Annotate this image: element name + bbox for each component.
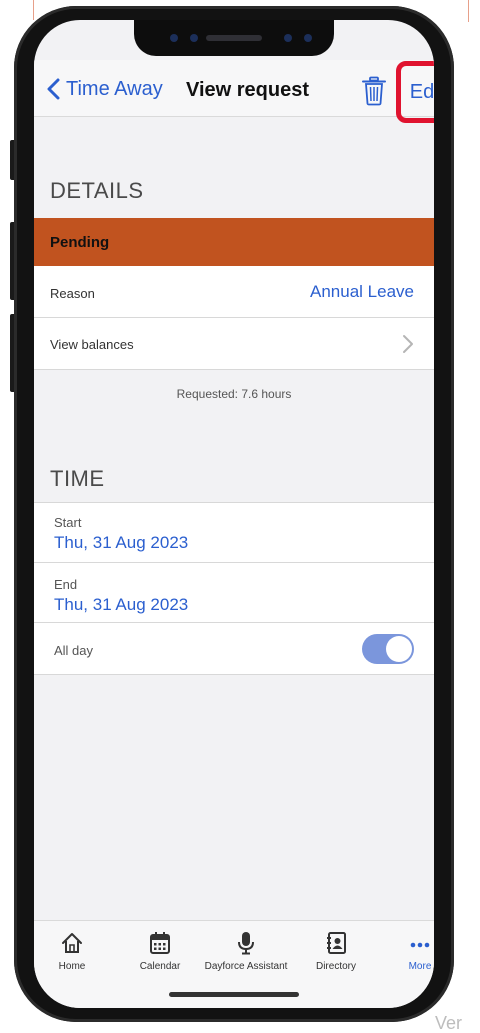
end-label: End — [54, 577, 78, 592]
sensor-dot — [304, 34, 312, 42]
tab-dayforce-assistant[interactable]: Dayforce Assistant — [204, 931, 288, 981]
all-day-label: All day — [54, 643, 94, 658]
edge-line — [468, 0, 469, 22]
time-rows: Start Thu, 31 Aug 2023 End Thu, 31 Aug 2… — [34, 502, 434, 675]
phone-frame: Time Away View request Edit DETAILS Pend… — [14, 6, 454, 1022]
sensor-dot — [170, 34, 178, 42]
watermark-text: Ver — [435, 1013, 463, 1033]
tab-more[interactable]: More — [380, 931, 434, 981]
chevron-right-icon — [403, 335, 413, 353]
edit-button[interactable]: Edit — [396, 61, 434, 123]
tab-home[interactable]: Home — [34, 931, 112, 981]
end-row[interactable]: End Thu, 31 Aug 2023 — [34, 563, 434, 623]
phone-screen: Time Away View request Edit DETAILS Pend… — [34, 20, 434, 1008]
start-label: Start — [54, 515, 82, 530]
tab-directory[interactable]: Directory — [296, 931, 376, 981]
view-balances-row[interactable]: View balances — [34, 318, 434, 370]
start-date-value: Thu, 31 Aug 2023 — [54, 533, 189, 552]
back-button[interactable]: Time Away — [46, 74, 163, 104]
tab-label: Home — [58, 961, 86, 972]
toggle-knob — [386, 636, 412, 662]
view-balances-label: View balances — [50, 337, 134, 352]
details-section-header: DETAILS — [50, 178, 144, 203]
speaker-grille — [206, 35, 262, 41]
camera-dot — [190, 34, 198, 42]
home-indicator[interactable] — [169, 992, 299, 997]
status-banner: Pending — [34, 218, 434, 266]
edge-line — [33, 0, 34, 20]
details-rows: Reason Annual Leave View balances — [34, 266, 434, 370]
page-title: View request — [186, 79, 310, 101]
page: Time Away View request Edit DETAILS Pend… — [0, 0, 480, 1033]
tab-label: More — [408, 961, 432, 972]
tab-label: Directory — [315, 961, 356, 972]
tab-calendar[interactable]: Calendar — [120, 931, 200, 981]
chevron-left-icon — [47, 78, 60, 100]
end-date-value: Thu, 31 Aug 2023 — [54, 595, 189, 614]
tab-label: Dayforce Assistant — [204, 961, 288, 972]
status-badge: Pending — [50, 234, 110, 251]
home-icon — [62, 933, 82, 953]
requested-hours-note: Requested: 7.6 hours — [176, 387, 292, 401]
reason-label: Reason — [50, 286, 95, 301]
reason-value: Annual Leave — [310, 282, 414, 301]
all-day-row: All day — [34, 623, 434, 675]
more-dots-icon — [410, 942, 430, 948]
sensor-dot — [284, 34, 292, 42]
microphone-icon — [238, 932, 254, 955]
tab-label: Calendar — [139, 961, 181, 972]
reason-row[interactable]: Reason Annual Leave — [34, 266, 434, 318]
time-section-header: TIME — [50, 466, 105, 491]
start-row[interactable]: Start Thu, 31 Aug 2023 — [34, 503, 434, 563]
trash-icon[interactable] — [361, 76, 387, 106]
contact-book-icon — [327, 932, 346, 954]
calendar-icon — [150, 932, 170, 954]
all-day-toggle[interactable] — [362, 634, 414, 664]
nav-bar: Time Away View request — [34, 60, 434, 117]
notch — [134, 20, 334, 56]
back-label: Time Away — [66, 77, 163, 100]
